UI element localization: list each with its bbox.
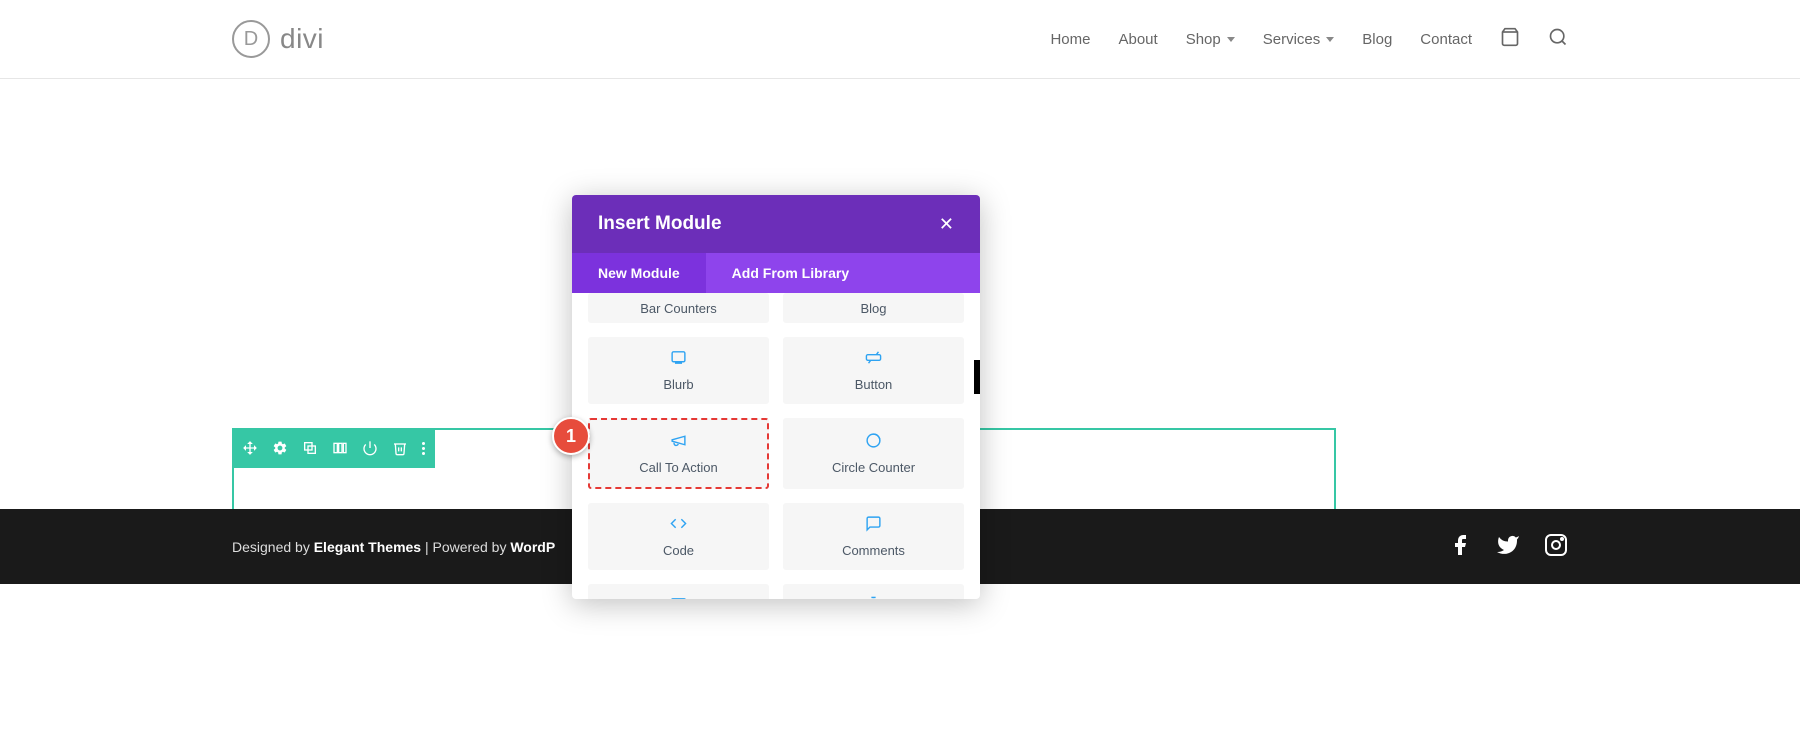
nav-label: Blog — [1362, 31, 1392, 48]
comments-icon — [865, 515, 882, 537]
module-button[interactable]: Button — [783, 337, 964, 404]
scrollbar-thumb[interactable] — [974, 360, 980, 394]
move-icon[interactable] — [242, 440, 258, 456]
nav-label: Services — [1263, 31, 1321, 48]
module-blurb[interactable]: Blurb — [588, 337, 769, 404]
site-logo[interactable]: D divi — [232, 20, 324, 58]
timer-icon — [865, 596, 882, 599]
nav-label: Contact — [1420, 31, 1472, 48]
module-contact-form[interactable]: Contact Form — [588, 584, 769, 599]
footer-credits: Designed by Elegant Themes | Powered by … — [232, 539, 555, 555]
main-nav: Home About Shop Services Blog Contact — [1050, 27, 1568, 52]
nav-about[interactable]: About — [1118, 31, 1157, 48]
nav-label: Home — [1050, 31, 1090, 48]
module-label: Bar Counters — [640, 301, 717, 316]
more-icon[interactable] — [422, 442, 425, 455]
logo-icon: D — [232, 20, 270, 58]
nav-label: About — [1118, 31, 1157, 48]
module-label: Blurb — [663, 377, 693, 392]
code-icon — [670, 515, 687, 537]
row-toolbar — [232, 428, 435, 468]
dialog-tabs: New Module Add From Library — [572, 253, 980, 293]
chevron-down-icon — [1227, 37, 1235, 42]
module-label: Call To Action — [639, 460, 718, 475]
footer-platform[interactable]: WordP — [510, 539, 555, 555]
module-call-to-action[interactable]: Call To Action — [588, 418, 769, 489]
tab-add-from-library[interactable]: Add From Library — [706, 253, 875, 293]
cart-icon[interactable] — [1500, 27, 1520, 52]
nav-shop[interactable]: Shop — [1186, 31, 1235, 48]
chevron-down-icon — [1326, 37, 1334, 42]
close-icon[interactable]: ✕ — [939, 214, 954, 235]
module-code[interactable]: Code — [588, 503, 769, 570]
tab-new-module[interactable]: New Module — [572, 253, 706, 293]
module-label: Comments — [842, 543, 905, 558]
footer-prefix: Designed by — [232, 539, 314, 555]
power-icon[interactable] — [362, 440, 378, 456]
button-icon — [865, 349, 882, 371]
module-label: Button — [855, 377, 893, 392]
annotation-badge-1: 1 — [552, 417, 590, 455]
site-header: D divi Home About Shop Services Blog Con… — [0, 0, 1800, 79]
module-comments[interactable]: Comments — [783, 503, 964, 570]
blurb-icon — [670, 349, 687, 371]
gear-icon[interactable] — [272, 440, 288, 456]
nav-home[interactable]: Home — [1050, 31, 1090, 48]
module-bar-counters[interactable]: Bar Counters — [588, 293, 769, 323]
nav-contact[interactable]: Contact — [1420, 31, 1472, 48]
logo-text: divi — [280, 23, 324, 55]
dialog-title: Insert Module — [598, 213, 722, 235]
facebook-icon[interactable] — [1448, 533, 1472, 560]
mail-icon — [670, 596, 687, 599]
instagram-icon[interactable] — [1544, 533, 1568, 560]
module-label: Blog — [860, 301, 886, 316]
twitter-icon[interactable] — [1496, 533, 1520, 560]
module-label: Circle Counter — [832, 460, 915, 475]
nav-label: Shop — [1186, 31, 1221, 48]
social-links — [1448, 533, 1568, 560]
columns-icon[interactable] — [332, 440, 348, 456]
module-circle-counter[interactable]: Circle Counter — [783, 418, 964, 489]
duplicate-icon[interactable] — [302, 440, 318, 456]
megaphone-icon — [670, 432, 687, 454]
module-countdown-timer[interactable]: Countdown Timer — [783, 584, 964, 599]
nav-blog[interactable]: Blog — [1362, 31, 1392, 48]
footer-brand[interactable]: Elegant Themes — [314, 539, 421, 555]
trash-icon[interactable] — [392, 440, 408, 456]
footer-mid: | Powered by — [421, 539, 510, 555]
circle-icon — [865, 432, 882, 454]
dialog-header: Insert Module ✕ — [572, 195, 980, 253]
module-label: Code — [663, 543, 694, 558]
module-blog[interactable]: Blog — [783, 293, 964, 323]
search-icon[interactable] — [1548, 27, 1568, 52]
nav-services[interactable]: Services — [1263, 31, 1335, 48]
module-list: Bar Counters Blog Blurb Button Call To A… — [572, 293, 980, 599]
insert-module-dialog: Insert Module ✕ New Module Add From Libr… — [572, 195, 980, 599]
